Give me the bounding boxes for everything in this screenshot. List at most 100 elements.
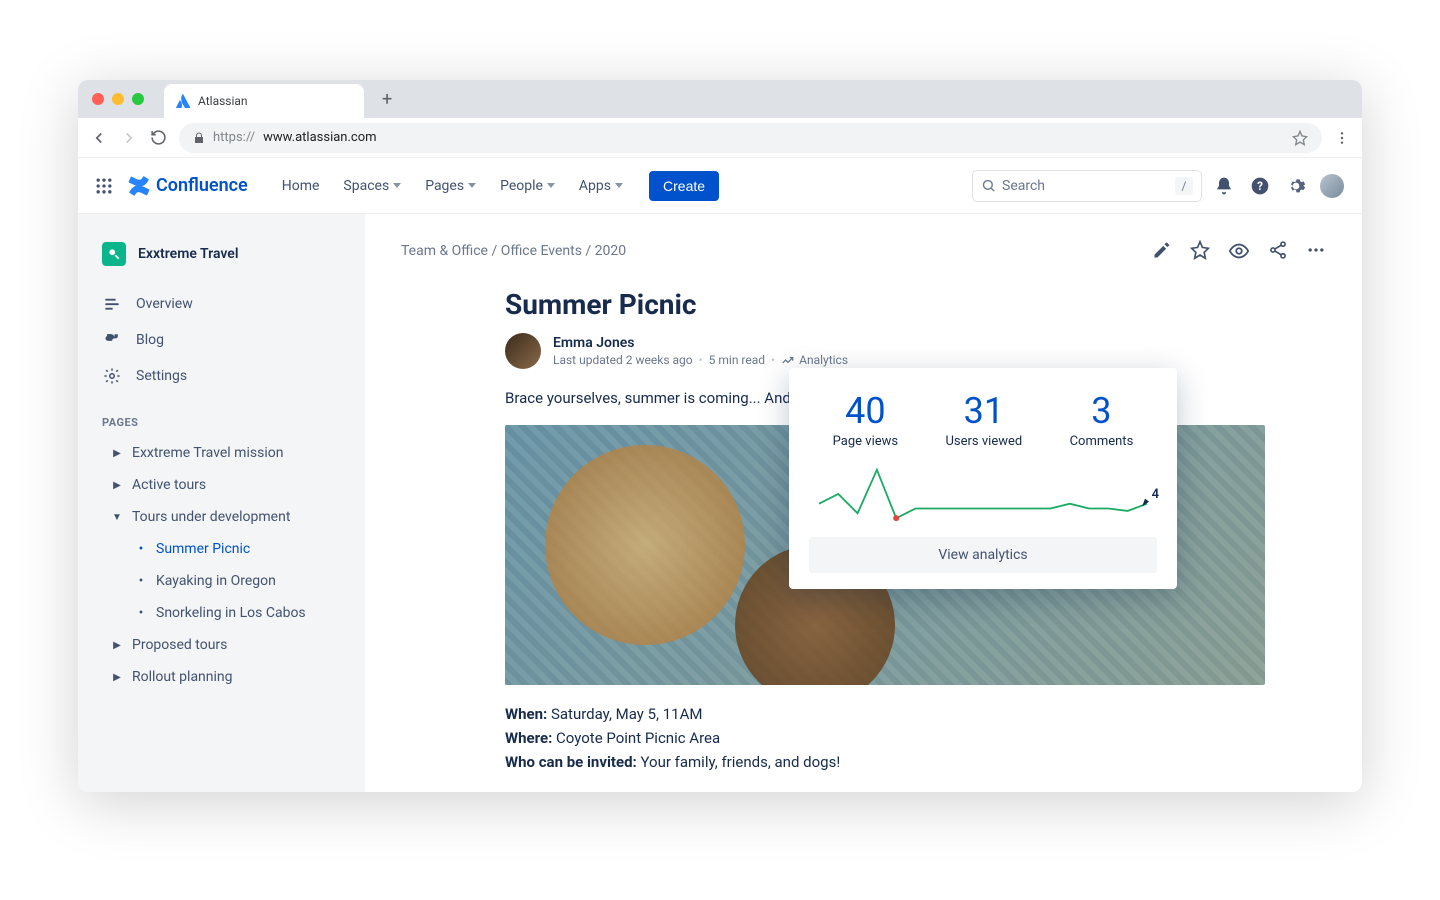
space-name: Exxtreme Travel bbox=[138, 246, 238, 262]
sparkline-current-value: 4 bbox=[1152, 487, 1159, 502]
stat-label: Users viewed bbox=[945, 434, 1022, 449]
search-input[interactable]: Search / bbox=[972, 170, 1202, 202]
reload-button[interactable] bbox=[150, 129, 167, 146]
tree-item-rollout[interactable]: ▶Rollout planning bbox=[88, 661, 355, 693]
notifications-icon[interactable] bbox=[1210, 172, 1238, 200]
tree-item-active-tours[interactable]: ▶Active tours bbox=[88, 469, 355, 501]
more-icon[interactable] bbox=[1306, 240, 1326, 262]
settings-icon[interactable] bbox=[1282, 172, 1310, 200]
profile-avatar[interactable] bbox=[1318, 172, 1346, 200]
search-icon bbox=[981, 178, 996, 193]
stat-users-viewed: 31 Users viewed bbox=[945, 390, 1022, 449]
nav-home[interactable]: Home bbox=[274, 172, 328, 200]
help-icon[interactable]: ? bbox=[1246, 172, 1274, 200]
edit-icon[interactable] bbox=[1152, 240, 1172, 262]
tree-item-mission[interactable]: ▶Exxtreme Travel mission bbox=[88, 437, 355, 469]
stat-label: Comments bbox=[1070, 434, 1134, 449]
view-analytics-button[interactable]: View analytics bbox=[809, 537, 1157, 573]
search-shortcut-badge: / bbox=[1175, 177, 1193, 195]
page-top: Team & Office / Office Events / 2020 bbox=[401, 240, 1326, 262]
who-label: Who can be invited: bbox=[505, 753, 637, 771]
browser-tab[interactable]: Atlassian bbox=[164, 84, 364, 118]
brand-name: Confluence bbox=[156, 175, 248, 196]
tree-item-snorkeling[interactable]: •Snorkeling in Los Cabos bbox=[88, 597, 355, 629]
app-switcher-icon[interactable] bbox=[94, 176, 114, 196]
search-placeholder: Search bbox=[1002, 178, 1045, 194]
bullet-icon: • bbox=[136, 605, 146, 621]
url-protocol: https:// bbox=[213, 130, 255, 145]
forward-button[interactable] bbox=[120, 129, 138, 147]
url-host: www.atlassian.com bbox=[263, 130, 376, 145]
chevron-down-icon: ▼ bbox=[112, 512, 122, 523]
maximize-window-icon[interactable] bbox=[132, 93, 144, 105]
nav-spaces[interactable]: Spaces bbox=[335, 172, 409, 200]
window-controls[interactable] bbox=[92, 93, 144, 105]
tree-item-tours-dev[interactable]: ▼Tours under development bbox=[88, 501, 355, 533]
sparkline-chart: 4 bbox=[809, 459, 1157, 529]
bookmark-star-icon[interactable] bbox=[1292, 130, 1308, 146]
close-window-icon[interactable] bbox=[92, 93, 104, 105]
browser-window: Atlassian + https:// www.atlassian.com C… bbox=[78, 80, 1362, 792]
bullet-icon: • bbox=[136, 541, 146, 557]
sidebar: Exxtreme Travel Overview ” Blog Settings… bbox=[78, 214, 365, 792]
tab-title: Atlassian bbox=[198, 94, 248, 108]
analytics-link[interactable]: Analytics bbox=[781, 353, 848, 367]
stat-value: 31 bbox=[945, 390, 1022, 432]
nav-apps[interactable]: Apps bbox=[571, 172, 631, 200]
byline: Emma Jones Last updated 2 weeks ago • 5 … bbox=[505, 333, 1265, 369]
chevron-down-icon bbox=[615, 183, 623, 188]
svg-text:”: ” bbox=[106, 333, 112, 349]
sidebar-item-settings[interactable]: Settings bbox=[88, 358, 355, 394]
address-bar[interactable]: https:// www.atlassian.com bbox=[179, 123, 1322, 153]
sidebar-item-blog[interactable]: ” Blog bbox=[88, 322, 355, 358]
tree-item-summer-picnic[interactable]: •Summer Picnic bbox=[88, 533, 355, 565]
lock-icon bbox=[193, 132, 205, 144]
app-header: Confluence Home Spaces Pages People Apps… bbox=[78, 158, 1362, 214]
space-header[interactable]: Exxtreme Travel bbox=[88, 234, 355, 286]
author-avatar[interactable] bbox=[505, 333, 541, 369]
nav-pages[interactable]: Pages bbox=[417, 172, 484, 200]
svg-text:?: ? bbox=[1257, 179, 1263, 193]
share-icon[interactable] bbox=[1268, 240, 1288, 262]
browser-tabbar: Atlassian + bbox=[78, 80, 1362, 118]
analytics-popover: 40 Page views 31 Users viewed 3 Comments… bbox=[789, 368, 1177, 589]
tree-item-kayaking[interactable]: •Kayaking in Oregon bbox=[88, 565, 355, 597]
confluence-icon bbox=[128, 175, 150, 197]
star-icon[interactable] bbox=[1190, 240, 1210, 262]
author-name[interactable]: Emma Jones bbox=[553, 335, 848, 351]
tree-item-proposed[interactable]: ▶Proposed tours bbox=[88, 629, 355, 661]
bullet-icon: • bbox=[136, 573, 146, 589]
stat-value: 3 bbox=[1070, 390, 1134, 432]
breadcrumb[interactable]: Team & Office / Office Events / 2020 bbox=[401, 243, 626, 259]
last-updated: Last updated 2 weeks ago bbox=[553, 353, 693, 367]
chevron-down-icon bbox=[468, 183, 476, 188]
stat-comments: 3 Comments bbox=[1070, 390, 1134, 449]
gear-icon bbox=[102, 367, 122, 385]
page-title: Summer Picnic bbox=[505, 288, 1265, 321]
confluence-logo[interactable]: Confluence bbox=[128, 175, 248, 197]
chevron-right-icon: ▶ bbox=[112, 480, 122, 491]
stat-label: Page views bbox=[833, 434, 898, 449]
sidebar-item-label: Overview bbox=[136, 296, 193, 312]
sidebar-item-label: Blog bbox=[136, 332, 164, 348]
minimize-window-icon[interactable] bbox=[112, 93, 124, 105]
who-value: Your family, friends, and dogs! bbox=[637, 753, 840, 771]
chevron-right-icon: ▶ bbox=[112, 672, 122, 683]
browser-menu-button[interactable] bbox=[1334, 130, 1350, 146]
analytics-stats: 40 Page views 31 Users viewed 3 Comments bbox=[809, 390, 1157, 449]
stat-value: 40 bbox=[833, 390, 898, 432]
analytics-icon bbox=[781, 353, 795, 367]
new-tab-button[interactable]: + bbox=[382, 89, 392, 110]
watch-icon[interactable] bbox=[1228, 240, 1250, 262]
sidebar-section-pages: PAGES bbox=[88, 394, 355, 437]
back-button[interactable] bbox=[90, 129, 108, 147]
chevron-down-icon bbox=[547, 183, 555, 188]
create-button[interactable]: Create bbox=[649, 171, 719, 201]
nav-people[interactable]: People bbox=[492, 172, 563, 200]
sidebar-item-label: Settings bbox=[136, 368, 187, 384]
read-time: 5 min read bbox=[709, 353, 765, 367]
chevron-right-icon: ▶ bbox=[112, 640, 122, 651]
sidebar-item-overview[interactable]: Overview bbox=[88, 286, 355, 322]
where-value: Coyote Point Picnic Area bbox=[552, 729, 720, 747]
blog-icon: ” bbox=[102, 331, 122, 349]
